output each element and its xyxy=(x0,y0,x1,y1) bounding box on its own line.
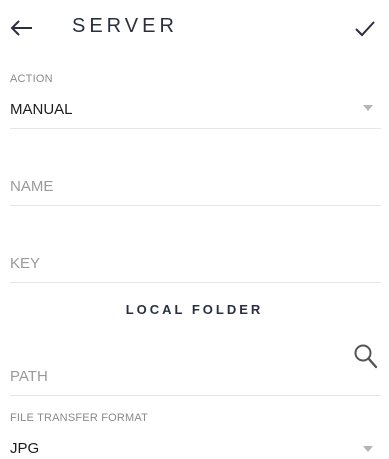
name-underline xyxy=(10,205,381,206)
action-caption: ACTION xyxy=(10,73,53,85)
check-icon[interactable] xyxy=(351,14,379,42)
name-field[interactable]: NAME xyxy=(10,178,53,195)
file-transfer-caption: FILE TRANSFER FORMAT xyxy=(10,412,149,424)
search-icon[interactable] xyxy=(353,343,379,371)
caret-down-icon[interactable] xyxy=(363,446,373,452)
key-field[interactable]: KEY xyxy=(10,255,40,272)
key-underline xyxy=(10,282,381,283)
action-underline xyxy=(10,128,381,129)
local-folder-heading: LOCAL FOLDER xyxy=(125,302,264,317)
path-field[interactable]: PATH xyxy=(10,368,48,385)
back-arrow-icon[interactable] xyxy=(8,14,36,42)
action-select[interactable]: MANUAL xyxy=(10,101,73,118)
file-transfer-select[interactable]: JPG xyxy=(10,440,39,457)
page-title: SERVER xyxy=(72,15,178,37)
caret-down-icon[interactable] xyxy=(363,105,373,111)
path-underline xyxy=(10,395,381,396)
